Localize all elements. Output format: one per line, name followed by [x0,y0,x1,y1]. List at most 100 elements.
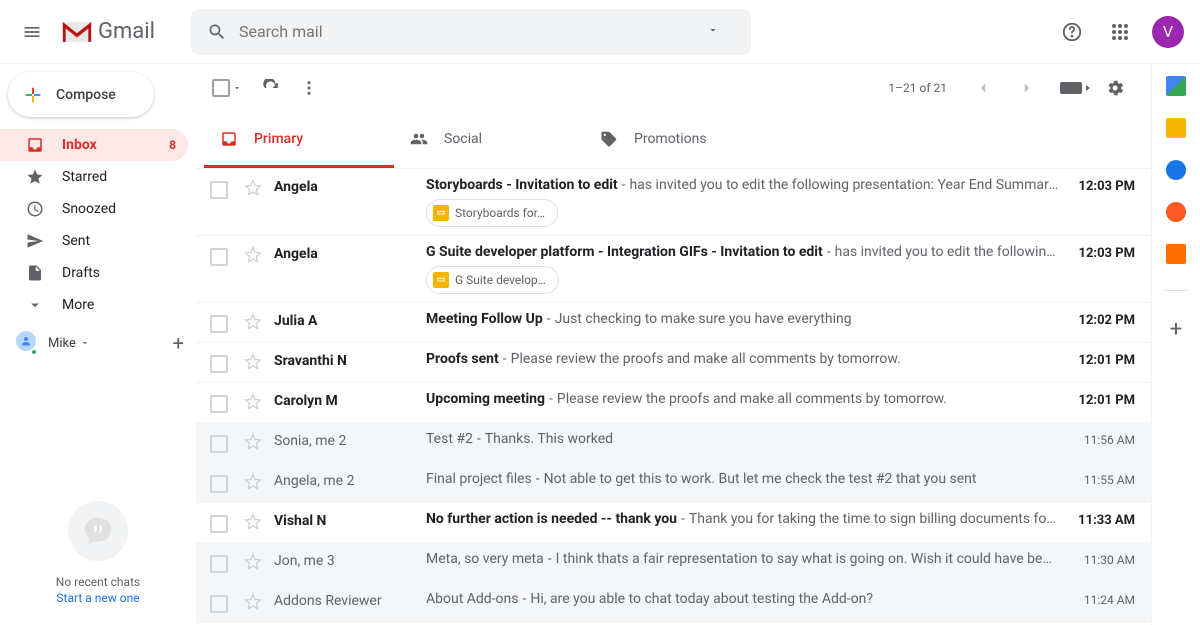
email-checkbox[interactable] [210,315,228,333]
nav-label: Sent [62,233,176,249]
chevron-right-icon [1018,79,1036,97]
nav-sent[interactable]: Sent [0,225,188,257]
toolbar-right: 1–21 of 21 [888,68,1135,108]
calendar-addon[interactable] [1166,76,1186,96]
header-actions: V [1052,12,1184,52]
hangouts-empty-text: No recent chats [56,575,140,589]
email-row[interactable]: Julia AMeeting Follow Up - Just checking… [196,303,1151,343]
inbox-icon [220,130,238,148]
search-input[interactable] [239,22,687,41]
slides-icon: ▭ [433,205,449,221]
star-button[interactable] [244,513,262,531]
email-row[interactable]: Jon, me 3Meta, so very meta - I think th… [196,543,1151,583]
get-addons-button[interactable]: + [1170,317,1182,342]
nav-inbox[interactable]: Inbox8 [0,129,188,161]
more-actions-button[interactable] [300,79,318,97]
main-menu-button[interactable] [8,8,56,56]
email-subject: G Suite developer platform - Integration… [426,244,823,260]
email-row[interactable]: Sonia, me 2Test #2 - Thanks. This worked… [196,423,1151,463]
nav-list: Inbox8StarredSnoozed Sent DraftsMore [0,129,196,321]
email-row[interactable]: Addons ReviewerAbout Add-ons - Hi, are y… [196,583,1151,623]
tab-promotions[interactable]: Promotions [584,112,774,168]
email-sender: Jon, me 3 [274,551,426,569]
select-dropdown[interactable] [232,83,242,93]
nav-starred[interactable]: Starred [0,161,188,193]
star-button[interactable] [244,246,262,264]
new-chat-button[interactable]: + [173,331,184,355]
keep-addon[interactable] [1166,118,1186,138]
apps-button[interactable] [1100,12,1140,52]
prev-page-button[interactable] [963,68,1003,108]
email-checkbox[interactable] [210,181,228,199]
refresh-button[interactable] [262,79,280,97]
help-button[interactable] [1052,12,1092,52]
tasks-addon[interactable] [1166,160,1186,180]
search-bar[interactable] [191,9,751,55]
email-row[interactable]: Angela, me 2Final project files - Not ab… [196,463,1151,503]
side-panel: + [1152,64,1200,625]
hangouts-header[interactable]: Mike + [0,325,196,361]
hangouts-start-link[interactable]: Start a new one [56,591,139,605]
email-row[interactable]: AngelaStoryboards - Invitation to edit -… [196,169,1151,236]
star-button[interactable] [244,433,262,451]
email-subject: About Add-ons [426,591,518,607]
email-content: About Add-ons - Hi, are you able to chat… [426,591,1075,607]
email-checkbox[interactable] [210,475,228,493]
toolbar: 1–21 of 21 [196,64,1151,112]
compose-button[interactable]: Compose [8,72,154,117]
email-list: AngelaStoryboards - Invitation to edit -… [196,169,1151,625]
star-button[interactable] [244,393,262,411]
attachment-chip[interactable]: ▭Storyboards for… [426,199,558,227]
tab-social[interactable]: Social [394,112,584,168]
star-button[interactable] [244,179,262,197]
search-options-button[interactable] [687,24,743,40]
next-page-button[interactable] [1007,68,1047,108]
people-icon [410,130,428,148]
star-icon [26,168,44,186]
nav-more[interactable]: More [0,289,188,321]
attachment-chip[interactable]: ▭G Suite develop… [426,266,559,294]
nav-snoozed[interactable]: Snoozed [0,193,188,225]
email-sender: Vishal N [274,511,426,529]
settings-button[interactable] [1095,68,1135,108]
email-content: Meeting Follow Up - Just checking to mak… [426,311,1075,327]
email-row[interactable]: Sravanthi NProofs sent - Please review t… [196,343,1151,383]
email-checkbox[interactable] [210,395,228,413]
chevron-left-icon [974,79,992,97]
email-checkbox[interactable] [210,595,228,613]
account-avatar[interactable]: V [1152,16,1184,48]
select-all-checkbox[interactable] [212,79,230,97]
star-button[interactable] [244,313,262,331]
product-name: Gmail [98,19,155,44]
email-content: Final project files - Not able to get th… [426,471,1075,487]
email-row[interactable]: AngelaG Suite developer platform - Integ… [196,236,1151,303]
email-content: Test #2 - Thanks. This worked [426,431,1075,447]
star-button[interactable] [244,593,262,611]
star-button[interactable] [244,353,262,371]
star-button[interactable] [244,473,262,491]
email-time: 12:01 PM [1075,351,1135,368]
email-snippet: Please review the proofs and make all co… [557,391,947,407]
input-tools-button[interactable] [1051,68,1091,108]
email-row[interactable]: Vishal NNo further action is needed -- t… [196,503,1151,543]
email-sender: Carolyn M [274,391,426,409]
tab-label: Social [444,131,482,147]
email-subject: Meeting Follow Up [426,311,543,327]
tab-label: Primary [254,131,303,147]
email-row[interactable]: Carolyn MUpcoming meeting - Please revie… [196,383,1151,423]
email-checkbox[interactable] [210,355,228,373]
addon-4[interactable] [1166,202,1186,222]
email-checkbox[interactable] [210,248,228,266]
email-checkbox[interactable] [210,435,228,453]
tab-primary[interactable]: Primary [204,112,394,168]
nav-drafts[interactable]: Drafts [0,257,188,289]
logo[interactable]: Gmail [60,19,155,45]
email-checkbox[interactable] [210,555,228,573]
nav-count: 8 [169,138,176,152]
star-button[interactable] [244,553,262,571]
send-icon [26,232,44,250]
addon-5[interactable] [1166,244,1186,264]
hamburger-icon [22,22,42,42]
email-checkbox[interactable] [210,515,228,533]
tag-icon [600,130,618,148]
